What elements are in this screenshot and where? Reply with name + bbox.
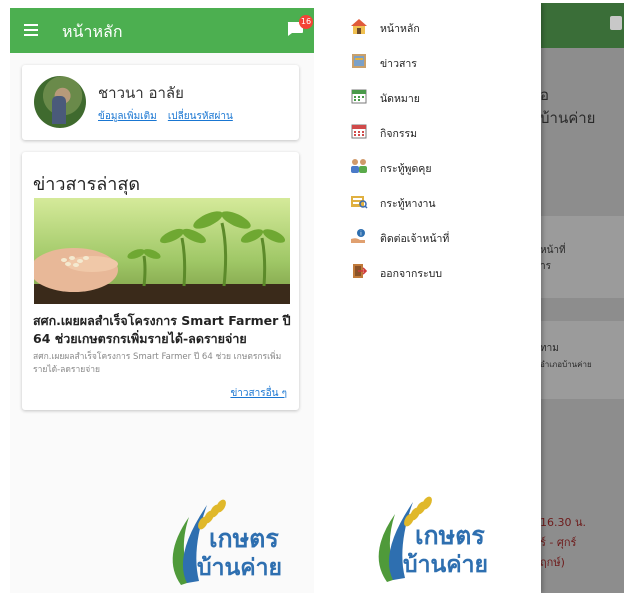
drawer-item-news[interactable]: ข่าวสาร bbox=[350, 50, 535, 74]
job-search-icon bbox=[351, 196, 368, 209]
drawer-item-home[interactable]: หน้าหลัก bbox=[350, 15, 535, 39]
news-description: สศก.เผยผลสำเร็จโครงการ Smart Farmer ปี 6… bbox=[33, 352, 282, 375]
more-info-link[interactable]: ข้อมูลเพิ่มเติม bbox=[98, 111, 157, 122]
chat-button[interactable]: 16 bbox=[286, 15, 313, 37]
page-title: หน้าหลัก bbox=[62, 22, 123, 41]
drawer-item-appointments[interactable]: นัดหมาย bbox=[350, 85, 535, 109]
dimmed-text: าร bbox=[540, 261, 551, 272]
drawer-item-label: หน้าหลัก bbox=[380, 23, 420, 35]
logo-text-line2: บ้านค่าย bbox=[403, 552, 488, 578]
latest-news-card: ข่าวสารล่าสุด สศก.เผยผลสำเร็จโครงการ Sma… bbox=[22, 152, 299, 410]
menu-icon[interactable] bbox=[24, 24, 38, 36]
avatar[interactable] bbox=[34, 76, 86, 128]
drawer-item-job-search[interactable]: กระทู้หางาน bbox=[350, 190, 535, 214]
dimmed-text: บ้านค่าย bbox=[540, 109, 596, 127]
drawer-item-label: ออกจากระบบ bbox=[380, 268, 442, 280]
dimmed-text: หน้าที่ bbox=[540, 245, 566, 256]
news-heading: ข่าวสารล่าสุด bbox=[33, 174, 141, 195]
drawer-item-label: นัดหมาย bbox=[380, 93, 420, 105]
chat-icon bbox=[610, 16, 622, 30]
dimmed-text: อำเภอบ้านค่าย bbox=[540, 360, 592, 369]
logout-icon bbox=[353, 264, 368, 278]
activities-icon bbox=[351, 124, 367, 139]
dimmed-text: 16.30 น. bbox=[540, 516, 587, 529]
home-icon bbox=[351, 19, 367, 34]
profile-links: ข้อมูลเพิ่มเติม เปลี่ยนรหัสผ่าน bbox=[98, 109, 241, 124]
brand-logo: เกษตร บ้านค่าย bbox=[151, 497, 296, 589]
drawer-item-logout[interactable]: ออกจากระบบ bbox=[350, 260, 535, 284]
more-news-link[interactable]: ข่าวสารอื่น ๆ bbox=[230, 386, 287, 401]
discussion-icon bbox=[351, 159, 367, 173]
app-bar: หน้าหลัก 16 bbox=[10, 8, 314, 53]
seedlings-photo bbox=[34, 198, 290, 304]
profile-name: ชาวนา อาลัย bbox=[98, 84, 184, 102]
drawer-item-label: กระทู้พูดคุย bbox=[380, 163, 432, 175]
news-icon bbox=[352, 54, 366, 68]
dimmed-text: ฤกษ์) bbox=[540, 556, 565, 569]
drawer-item-label: กิจกรรม bbox=[380, 128, 418, 140]
rice-leaf-logo-mark: เกษตร บ้านค่าย bbox=[378, 496, 488, 582]
logo-text-line1: เกษตร bbox=[209, 524, 279, 553]
drawer-item-discussion[interactable]: กระทู้พูดคุย bbox=[350, 155, 535, 179]
drawer-item-label: กระทู้หางาน bbox=[380, 198, 436, 210]
drawer-item-contact-staff[interactable]: i ติดต่อเจ้าหน้าที่ bbox=[350, 225, 535, 249]
news-title[interactable]: สศก.เผยผลสำเร็จโครงการ Smart Farmer ปี 6… bbox=[33, 312, 291, 348]
drawer-item-label: ข่าวสาร bbox=[380, 58, 417, 70]
drawer-item-activities[interactable]: กิจกรรม bbox=[350, 120, 535, 144]
news-image[interactable] bbox=[34, 198, 290, 304]
brand-logo: เกษตร บ้านค่าย bbox=[357, 494, 502, 586]
logo-text-line2: บ้านค่าย bbox=[197, 555, 282, 581]
change-password-link[interactable]: เปลี่ยนรหัสผ่าน bbox=[168, 111, 233, 122]
profile-card: ชาวนา อาลัย ข้อมูลเพิ่มเติม เปลี่ยนรหัสผ… bbox=[22, 65, 299, 140]
dimmed-text: ร์ - ศุกร์ bbox=[540, 536, 577, 549]
contact-staff-icon: i bbox=[351, 229, 365, 243]
dimmed-text: อ bbox=[540, 86, 550, 104]
dimmed-text: ทาม bbox=[540, 343, 559, 354]
rice-leaf-logo-mark: เกษตร บ้านค่าย bbox=[172, 499, 282, 585]
notification-badge: 16 bbox=[299, 15, 313, 29]
calendar-icon bbox=[351, 89, 367, 104]
logo-text-line1: เกษตร bbox=[415, 521, 485, 550]
drawer-item-label: ติดต่อเจ้าหน้าที่ bbox=[380, 233, 450, 245]
